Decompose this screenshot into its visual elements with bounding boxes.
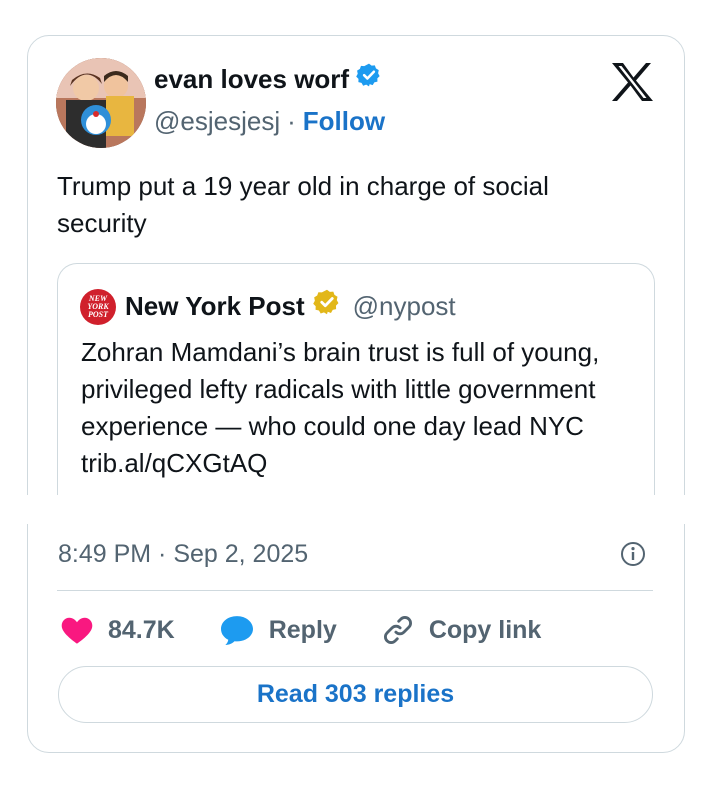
action-bar: 84.7K Reply Copy link [60, 610, 585, 650]
x-logo-icon[interactable] [610, 62, 654, 102]
quote-author-name[interactable]: New York Post [125, 289, 305, 323]
quote-author-handle[interactable]: @nypost [353, 289, 456, 323]
author-name-row[interactable]: evan loves worf [154, 62, 382, 96]
read-replies-label: Read 303 replies [256, 680, 455, 708]
follow-button[interactable]: Follow [303, 104, 385, 138]
copy-link-button[interactable]: Copy link [381, 613, 542, 647]
reply-bubble-icon [220, 616, 253, 645]
like-count: 84.7K [108, 615, 175, 644]
info-icon[interactable] [620, 541, 646, 567]
divider [57, 590, 653, 591]
separator-dot: · [287, 106, 296, 136]
quote-text: Zohran Mamdani’s brain trust is full of … [81, 337, 600, 478]
heart-icon [61, 617, 93, 644]
copy-link-label: Copy link [428, 615, 542, 644]
reply-button[interactable]: Reply [219, 614, 337, 646]
read-replies-button[interactable]: Read 303 replies [58, 666, 653, 723]
verified-badge-icon [356, 62, 382, 96]
author-name[interactable]: evan loves worf [154, 62, 349, 96]
avatar[interactable] [56, 58, 146, 148]
nypost-logo-icon: NEW YORK POST [80, 289, 116, 325]
author-handle-row: @esjesjesj · Follow [154, 104, 385, 138]
tweet-text: Trump put a 19 year old in charge of soc… [57, 171, 549, 238]
link-icon [383, 616, 412, 644]
timestamp[interactable]: 8:49 PM · Sep 2, 2025 [58, 537, 308, 571]
reply-label: Reply [268, 615, 337, 644]
card-cut-overlay [0, 495, 724, 524]
like-button[interactable]: 84.7K [60, 615, 175, 645]
quote-author-row: New York Post @nypost [125, 288, 456, 324]
author-handle[interactable]: @esjesjesj [154, 104, 280, 138]
gold-verified-badge-icon [312, 288, 341, 324]
